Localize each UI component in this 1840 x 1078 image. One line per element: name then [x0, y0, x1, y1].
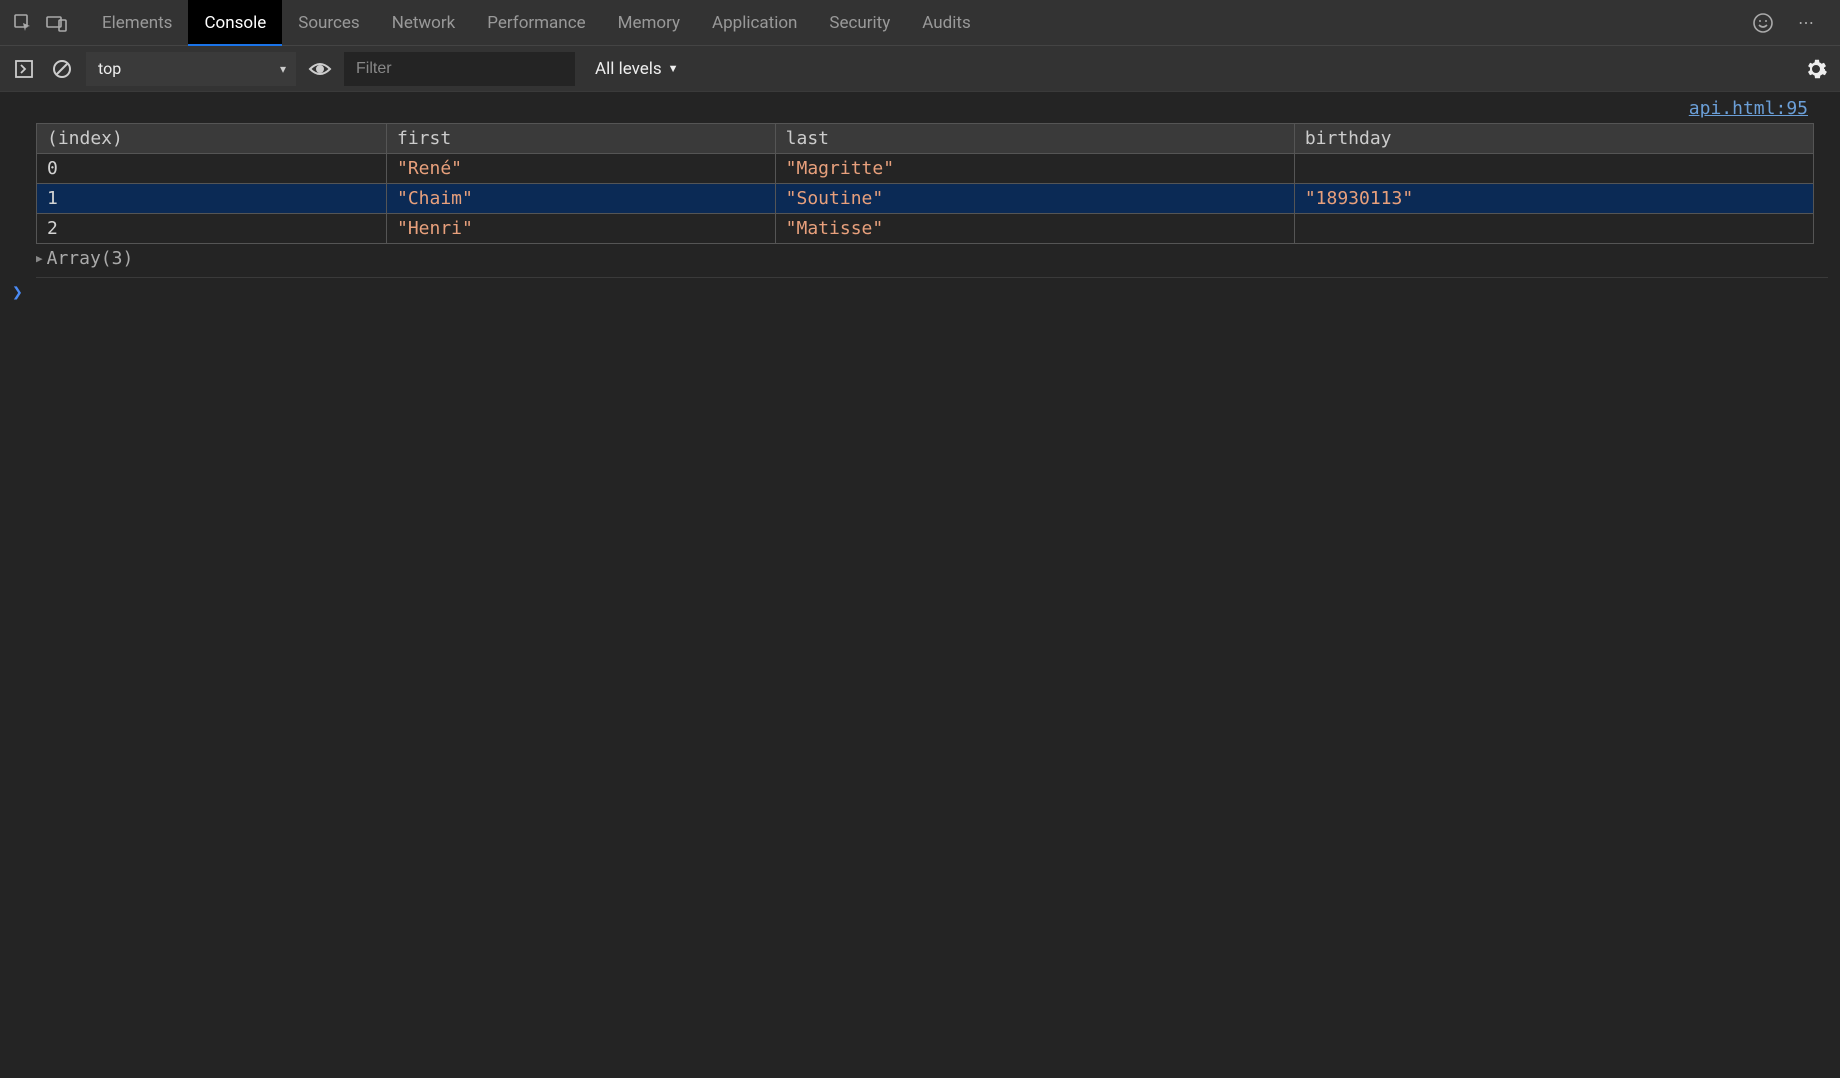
cell-last: "Soutine": [775, 184, 1294, 214]
cell-first: "Henri": [387, 214, 776, 244]
more-menu-icon[interactable]: ⋯: [1792, 8, 1822, 38]
execution-context-value: top: [98, 59, 121, 78]
message-source-link: api.html:95: [12, 92, 1828, 123]
cell-last: "Magritte": [775, 154, 1294, 184]
cell-last: "Matisse": [775, 214, 1294, 244]
live-expression-eye-icon[interactable]: [306, 55, 334, 83]
cell-birthday: [1294, 154, 1813, 184]
object-expand-toggle[interactable]: ▶ Array(3): [36, 244, 1828, 278]
toggle-console-sidebar-icon[interactable]: [10, 55, 38, 83]
cell-index: 2: [37, 214, 387, 244]
filter-input[interactable]: [344, 52, 575, 86]
cell-birthday: [1294, 214, 1813, 244]
table-header-row: (index) first last birthday: [37, 124, 1814, 154]
console-toolbar: top All levels ▼: [0, 46, 1840, 92]
expand-triangle-icon: ▶: [36, 252, 43, 265]
log-levels-label: All levels: [595, 59, 662, 79]
console-output: api.html:95 (index) first last birthday …: [0, 92, 1840, 1078]
console-table: (index) first last birthday 0"René""Magr…: [36, 123, 1814, 244]
cell-first: "Chaim": [387, 184, 776, 214]
tab-elements[interactable]: Elements: [86, 0, 188, 46]
log-levels-select[interactable]: All levels ▼: [595, 59, 679, 79]
cell-first: "René": [387, 154, 776, 184]
console-prompt[interactable]: ❯: [12, 278, 1828, 307]
source-link[interactable]: api.html:95: [1689, 98, 1808, 119]
chevron-down-icon: ▼: [668, 62, 679, 75]
console-settings-gear-icon[interactable]: [1802, 55, 1830, 83]
toggle-device-toolbar-icon[interactable]: [42, 8, 72, 38]
clear-console-icon[interactable]: [48, 55, 76, 83]
table-row[interactable]: 2"Henri""Matisse": [37, 214, 1814, 244]
table-row[interactable]: 1"Chaim""Soutine""18930113": [37, 184, 1814, 214]
execution-context-select[interactable]: top: [86, 52, 296, 86]
tab-memory[interactable]: Memory: [602, 0, 696, 46]
prompt-chevron-icon: ❯: [12, 282, 23, 303]
header-index[interactable]: (index): [37, 124, 387, 154]
panel-tabs: Elements Console Sources Network Perform…: [86, 0, 987, 46]
cell-birthday: "18930113": [1294, 184, 1813, 214]
tab-application[interactable]: Application: [696, 0, 813, 46]
tab-performance[interactable]: Performance: [471, 0, 601, 46]
cell-index: 1: [37, 184, 387, 214]
header-birthday[interactable]: birthday: [1294, 124, 1813, 154]
tab-security[interactable]: Security: [813, 0, 906, 46]
tab-audits[interactable]: Audits: [906, 0, 986, 46]
object-summary: Array(3): [47, 248, 134, 269]
header-last[interactable]: last: [775, 124, 1294, 154]
cell-index: 0: [37, 154, 387, 184]
feedback-smiley-icon[interactable]: [1748, 8, 1778, 38]
tab-console[interactable]: Console: [188, 0, 282, 46]
table-row[interactable]: 0"René""Magritte": [37, 154, 1814, 184]
inspect-element-icon[interactable]: [8, 8, 38, 38]
devtools-topbar: Elements Console Sources Network Perform…: [0, 0, 1840, 46]
tab-network[interactable]: Network: [376, 0, 472, 46]
header-first[interactable]: first: [387, 124, 776, 154]
tab-sources[interactable]: Sources: [282, 0, 375, 46]
